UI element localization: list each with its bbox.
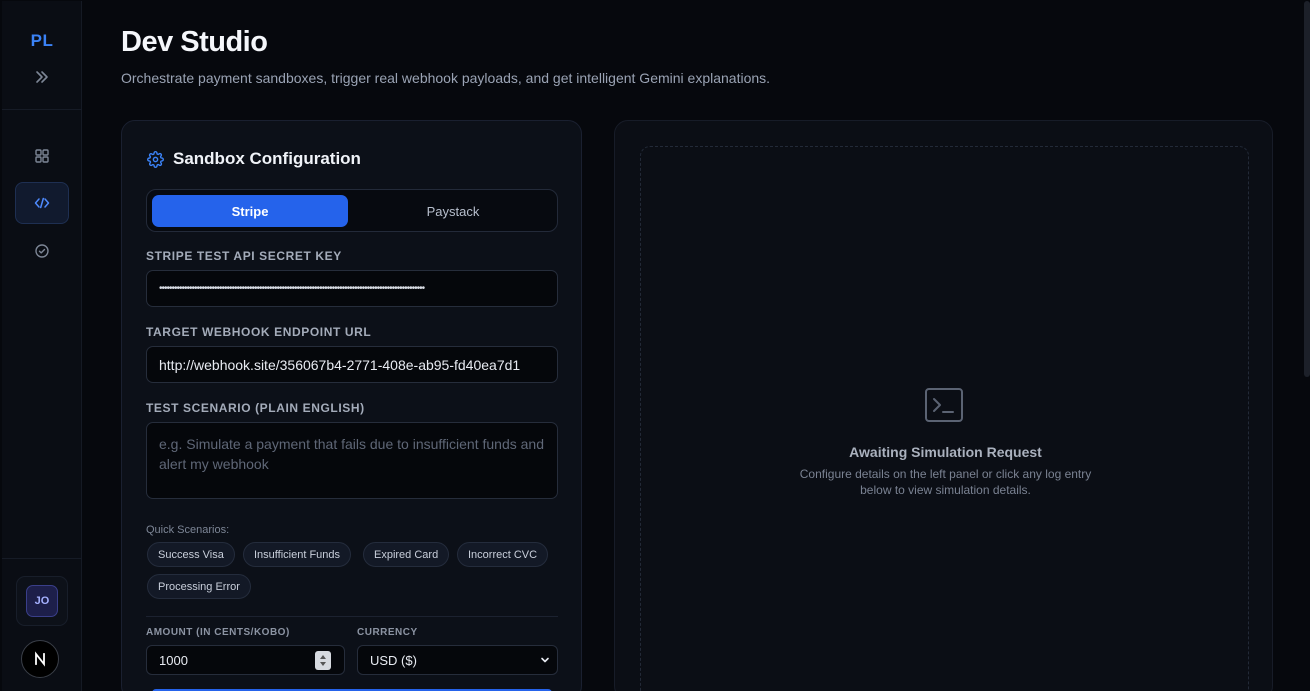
page-subtitle: Orchestrate payment sandboxes, trigger r… xyxy=(121,70,771,86)
page-scrollbar[interactable] xyxy=(1304,1,1310,377)
sidebar-item-dashboard[interactable] xyxy=(15,135,69,177)
chip-expired-card[interactable]: Expired Card xyxy=(363,542,450,567)
amount-input[interactable]: 1000 xyxy=(146,645,345,675)
terminal-icon xyxy=(925,388,963,422)
expand-sidebar-icon[interactable] xyxy=(33,68,51,86)
page-title: Dev Studio xyxy=(121,26,268,58)
provider-toggle: Stripe Paystack xyxy=(146,189,558,232)
currency-value: USD ($) xyxy=(370,652,417,668)
empty-state: Awaiting Simulation Request Configure de… xyxy=(640,146,1249,691)
sidebar-item-dev-studio[interactable] xyxy=(15,182,69,224)
chevron-down-icon xyxy=(541,657,549,663)
chip-insufficient-funds[interactable]: Insufficient Funds xyxy=(243,542,352,567)
webhook-url-input[interactable]: http://webhook.site/356067b4-2771-408e-a… xyxy=(146,346,558,383)
panel-heading: Sandbox Configuration xyxy=(147,149,361,169)
check-circle-icon xyxy=(35,244,49,258)
divider xyxy=(146,616,558,617)
sidebar: PL JO xyxy=(2,1,82,691)
currency-label: CURRENCY xyxy=(357,627,418,638)
user-menu[interactable]: JO xyxy=(16,576,68,626)
scenario-textarea[interactable]: e.g. Simulate a payment that fails due t… xyxy=(146,422,558,499)
grid-icon xyxy=(35,149,49,163)
sidebar-divider xyxy=(2,109,82,110)
gear-icon xyxy=(147,150,164,168)
empty-state-description: Configure details on the left panel or c… xyxy=(799,467,1092,497)
empty-state-title: Awaiting Simulation Request xyxy=(849,444,1042,460)
amount-stepper[interactable] xyxy=(315,651,331,670)
webhook-label: TARGET WEBHOOK ENDPOINT URL xyxy=(146,325,372,339)
panel-title: Sandbox Configuration xyxy=(173,149,361,168)
currency-select[interactable]: USD ($) xyxy=(357,645,558,675)
simulation-output-panel: Awaiting Simulation Request Configure de… xyxy=(614,120,1273,691)
sidebar-item-checks[interactable] xyxy=(15,230,69,272)
sidebar-divider xyxy=(2,558,82,559)
app-logo[interactable]: PL xyxy=(2,31,82,51)
scenario-label: TEST SCENARIO (PLAIN ENGLISH) xyxy=(146,401,365,415)
quick-scenarios-label: Quick Scenarios: xyxy=(146,524,230,536)
api-key-input[interactable]: ••••••••••••••••••••••••••••••••••••••••… xyxy=(146,270,558,307)
brand-badge[interactable] xyxy=(21,640,59,678)
chip-processing-error[interactable]: Processing Error xyxy=(147,574,251,599)
code-icon xyxy=(34,197,50,209)
n-logo-icon xyxy=(35,651,45,667)
api-key-label: STRIPE TEST API SECRET KEY xyxy=(146,249,342,263)
tab-paystack[interactable]: Paystack xyxy=(353,195,553,227)
avatar: JO xyxy=(26,585,58,617)
chip-incorrect-cvc[interactable]: Incorrect CVC xyxy=(457,542,549,567)
amount-value: 1000 xyxy=(159,652,188,668)
tab-stripe[interactable]: Stripe xyxy=(152,195,348,227)
chip-success-visa[interactable]: Success Visa xyxy=(147,542,235,567)
sandbox-config-panel: Sandbox Configuration Stripe Paystack ST… xyxy=(121,120,582,691)
amount-label: AMOUNT (IN CENTS/KOBO) xyxy=(146,627,290,638)
